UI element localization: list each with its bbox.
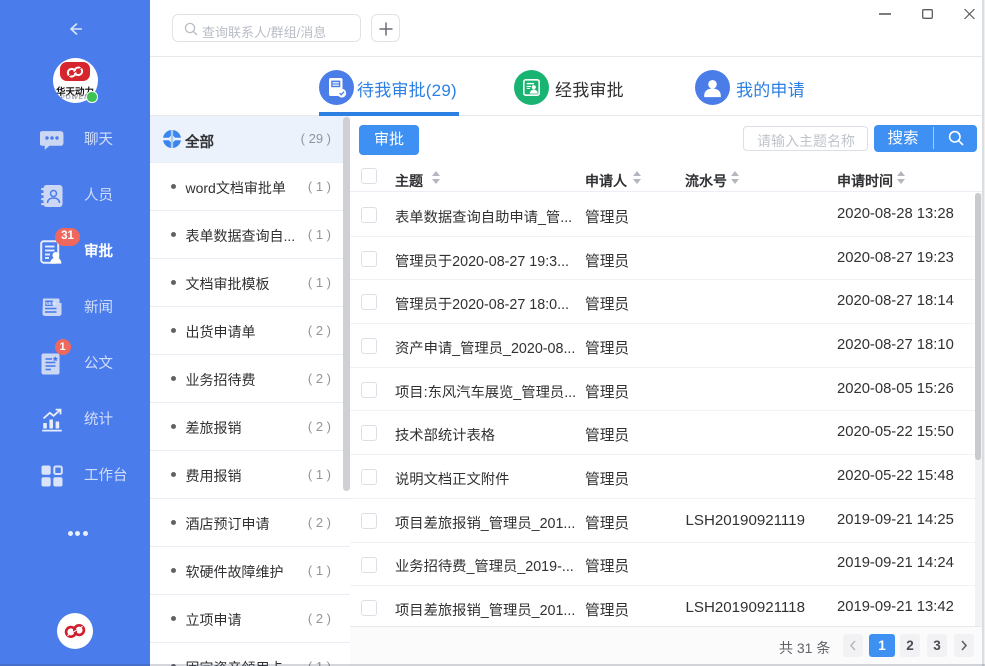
svg-text:NEW: NEW [45,301,56,306]
